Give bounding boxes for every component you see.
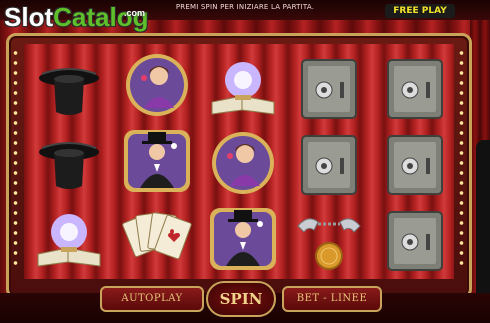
symbol-lady-portrait — [208, 128, 278, 198]
autoplay-button[interactable]: AUTOPLAY — [100, 286, 204, 312]
symbol-safe — [294, 130, 364, 200]
symbol-magician-portrait — [122, 126, 192, 196]
symbol-playing-cards — [122, 202, 192, 272]
symbol-top-hat — [34, 52, 104, 122]
marquee-lights-left — [13, 48, 18, 268]
free-play-badge: FREE PLAY — [385, 4, 455, 18]
symbol-crystal-ball — [34, 204, 104, 274]
magician-silhouette — [476, 140, 490, 310]
symbol-safe — [380, 54, 450, 124]
marquee-lights-right — [459, 48, 464, 268]
spin-button[interactable]: SPIN — [206, 281, 276, 317]
symbol-safe — [380, 130, 450, 200]
symbol-crystal-ball — [208, 52, 278, 122]
status-message: PREMI SPIN PER INIZIARE LA PARTITA. — [175, 3, 315, 11]
symbol-safe — [380, 206, 450, 276]
symbol-safe — [294, 54, 364, 124]
symbol-top-hat — [34, 128, 104, 198]
slotcatalog-logo: SlotCatalog .com — [0, 2, 150, 36]
logo-com-text: .com — [124, 8, 146, 18]
logo-slot-text: Slot — [4, 2, 54, 32]
symbol-magician-portrait — [208, 204, 278, 274]
reels-area — [24, 44, 454, 279]
symbol-handcuffs-coin — [294, 204, 364, 274]
bet-lines-button[interactable]: BET - LINEE — [282, 286, 382, 312]
symbol-lady-portrait — [122, 50, 192, 120]
game-stage: PREMI SPIN PER INIZIARE LA PARTITA. FREE… — [0, 0, 490, 323]
